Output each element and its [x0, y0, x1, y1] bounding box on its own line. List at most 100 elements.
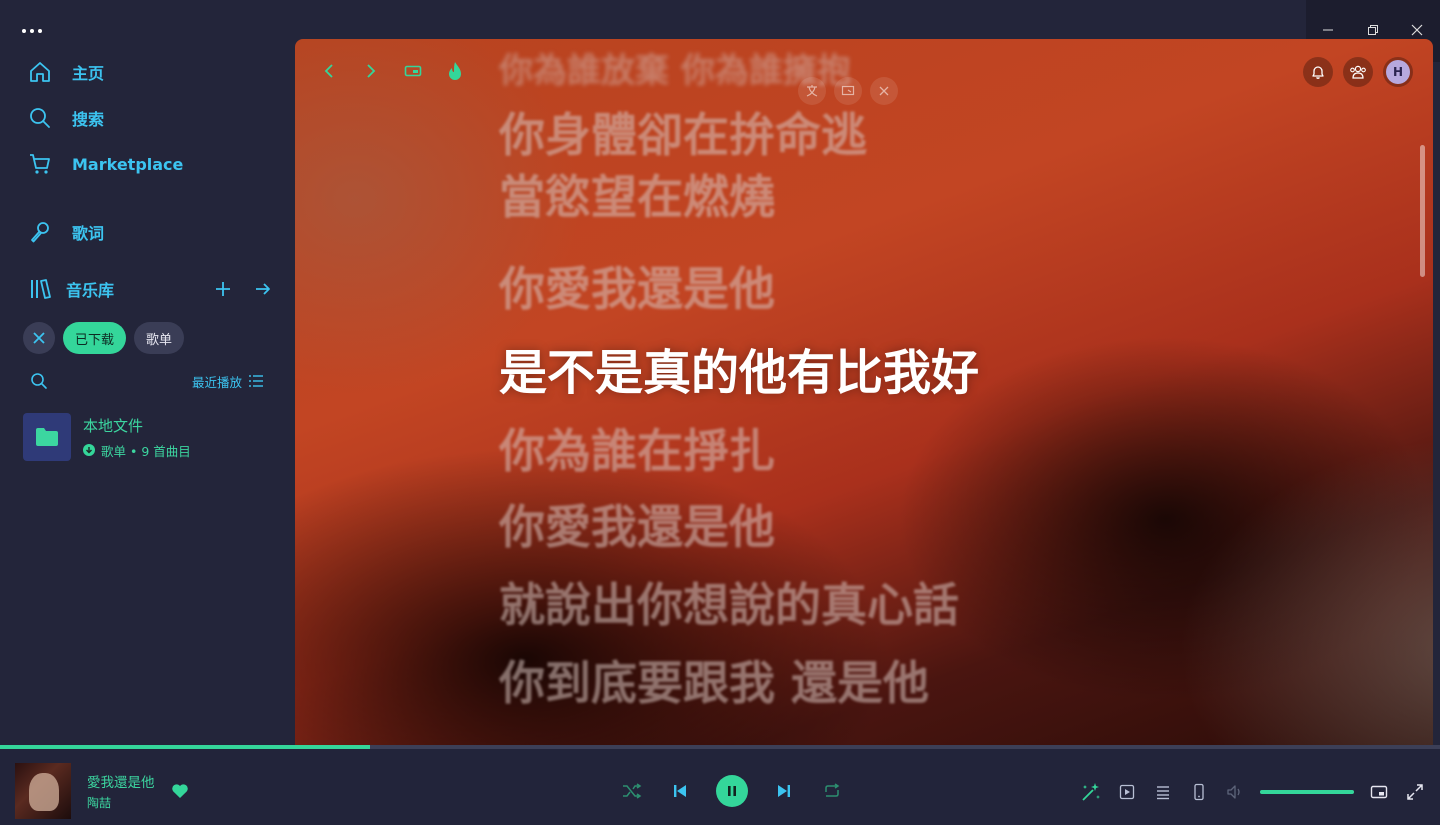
sort-label[interactable]: 最近播放 [192, 372, 242, 391]
nav-lyrics-label: 歌词 [72, 224, 105, 243]
skip-forward-icon [778, 785, 790, 797]
pause-icon [728, 786, 736, 796]
nav-marketplace[interactable]: Marketplace [28, 152, 183, 176]
heart-icon [171, 784, 188, 798]
arrow-right-icon[interactable] [254, 280, 272, 298]
folder-icon [36, 428, 58, 446]
expand-icon [1407, 784, 1423, 800]
repeat-icon [825, 783, 840, 797]
add-icon[interactable] [214, 280, 232, 298]
screen-icon [841, 85, 855, 96]
like-button[interactable] [171, 783, 189, 799]
friends-icon [1350, 65, 1366, 79]
fullscreen-button[interactable] [1404, 781, 1426, 803]
mini-player-icon [404, 65, 422, 77]
library-search-icon[interactable] [30, 372, 48, 390]
extension-button[interactable] [443, 59, 467, 83]
miniplayer-icon [1370, 785, 1388, 799]
lyric-line[interactable]: 你愛我還是他 [499, 491, 775, 557]
translate-button[interactable] [798, 77, 826, 105]
chevron-right-icon [367, 64, 376, 78]
volume-slider-fill [1260, 790, 1354, 794]
pip-button[interactable] [401, 59, 425, 83]
lyric-line[interactable]: 你愛我還是他 [499, 253, 775, 319]
track-title[interactable]: 愛我還是他 [87, 771, 155, 791]
clear-filter-button[interactable] [23, 322, 55, 354]
shuffle-icon [623, 783, 642, 799]
miniplayer-button[interactable] [1368, 781, 1390, 803]
list-sort-icon[interactable] [248, 373, 264, 389]
lyrics-panel: 你為誰放棄 你為誰擁抱 你身體卻在拚命逃 當慾望在燃燒 你愛我還是他 是不是真的… [295, 39, 1433, 745]
library-label[interactable]: 音乐库 [66, 277, 114, 301]
previous-button[interactable] [668, 779, 692, 803]
sidebar: 主页 搜索 Marketplace 歌词 音乐库 已下载 歌单 最近播放 本地文… [0, 48, 290, 743]
repeat-button[interactable] [820, 779, 844, 803]
translate-icon [806, 85, 818, 97]
library-filters: 已下载 歌单 [23, 322, 185, 354]
top-navigation [317, 59, 467, 83]
entry-subtitle-row: 歌单 • 9 首曲目 [83, 441, 191, 460]
back-button[interactable] [317, 59, 341, 83]
volume-icon [1227, 785, 1240, 799]
lyrics-tools [798, 77, 898, 105]
close-icon [1412, 24, 1423, 36]
minimize-icon [1323, 29, 1334, 31]
library-icon[interactable] [28, 277, 52, 301]
nav-home[interactable]: 主页 [28, 60, 104, 84]
cart-icon [30, 154, 50, 174]
now-playing: 愛我還是他 陶喆 [15, 763, 189, 819]
track-meta: 愛我還是他 陶喆 [87, 771, 155, 811]
close-icon [33, 332, 45, 344]
playback-controls [620, 775, 844, 807]
play-square-icon [1119, 784, 1135, 800]
lyric-line[interactable]: 就說出你想說的真心話 [499, 569, 959, 635]
lyric-line[interactable]: 當慾望在燃燒 [499, 161, 775, 227]
bell-icon [1312, 66, 1324, 79]
player-bar: 愛我還是他 陶喆 [0, 749, 1440, 825]
queue-button[interactable] [1152, 781, 1174, 803]
close-lyrics-button[interactable] [870, 77, 898, 105]
search-icon [30, 108, 50, 128]
lyrics-scrollbar[interactable] [1420, 145, 1425, 277]
album-cover[interactable] [15, 763, 71, 819]
home-icon [30, 62, 50, 82]
magic-wand-icon [1082, 783, 1100, 801]
shuffle-button[interactable] [620, 779, 644, 803]
ai-dj-button[interactable] [1080, 781, 1102, 803]
close-icon [879, 86, 889, 96]
skip-back-icon [674, 785, 686, 797]
microphone-icon [31, 222, 49, 243]
nav-marketplace-label: Marketplace [72, 154, 184, 174]
chevron-left-icon [324, 64, 333, 78]
nav-search[interactable]: 搜索 [28, 106, 104, 130]
lyric-line[interactable]: 你到底要跟我 還是他 [499, 647, 929, 713]
track-artist[interactable]: 陶喆 [87, 794, 155, 811]
mute-button[interactable] [1224, 781, 1246, 803]
filter-chip-downloaded[interactable]: 已下载 [63, 322, 127, 354]
notifications-button[interactable] [1303, 57, 1333, 87]
fullscreen-lyrics-button[interactable] [834, 77, 862, 105]
profile-avatar-button[interactable]: H [1383, 57, 1413, 87]
app-menu-button[interactable] [22, 22, 50, 40]
friend-activity-button[interactable] [1343, 57, 1373, 87]
connect-device-button[interactable] [1188, 781, 1210, 803]
entry-title: 本地文件 [83, 416, 144, 435]
now-playing-view-button[interactable] [1116, 781, 1138, 803]
pause-button[interactable] [716, 775, 748, 807]
lyric-line[interactable]: 你為誰在掙扎 [499, 415, 775, 481]
queue-icon [1157, 786, 1169, 800]
lyric-line-current[interactable]: 是不是真的他有比我好 [499, 333, 979, 403]
restore-icon [1367, 25, 1378, 35]
filter-chip-playlists[interactable]: 歌单 [134, 322, 185, 354]
forward-button[interactable] [359, 59, 383, 83]
player-tools [1080, 781, 1426, 803]
downloaded-icon [83, 444, 95, 456]
top-right-actions: H [1303, 57, 1413, 87]
nav-home-label: 主页 [72, 64, 105, 83]
lyric-line[interactable]: 你身體卻在拚命逃 [499, 99, 867, 165]
library-entry-local-files[interactable]: 本地文件 歌单 • 9 首曲目 [23, 413, 191, 461]
nav-lyrics[interactable]: 歌词 [28, 220, 104, 244]
next-button[interactable] [772, 779, 796, 803]
volume-slider[interactable] [1260, 790, 1354, 794]
library-search-row: 最近播放 [30, 370, 264, 392]
